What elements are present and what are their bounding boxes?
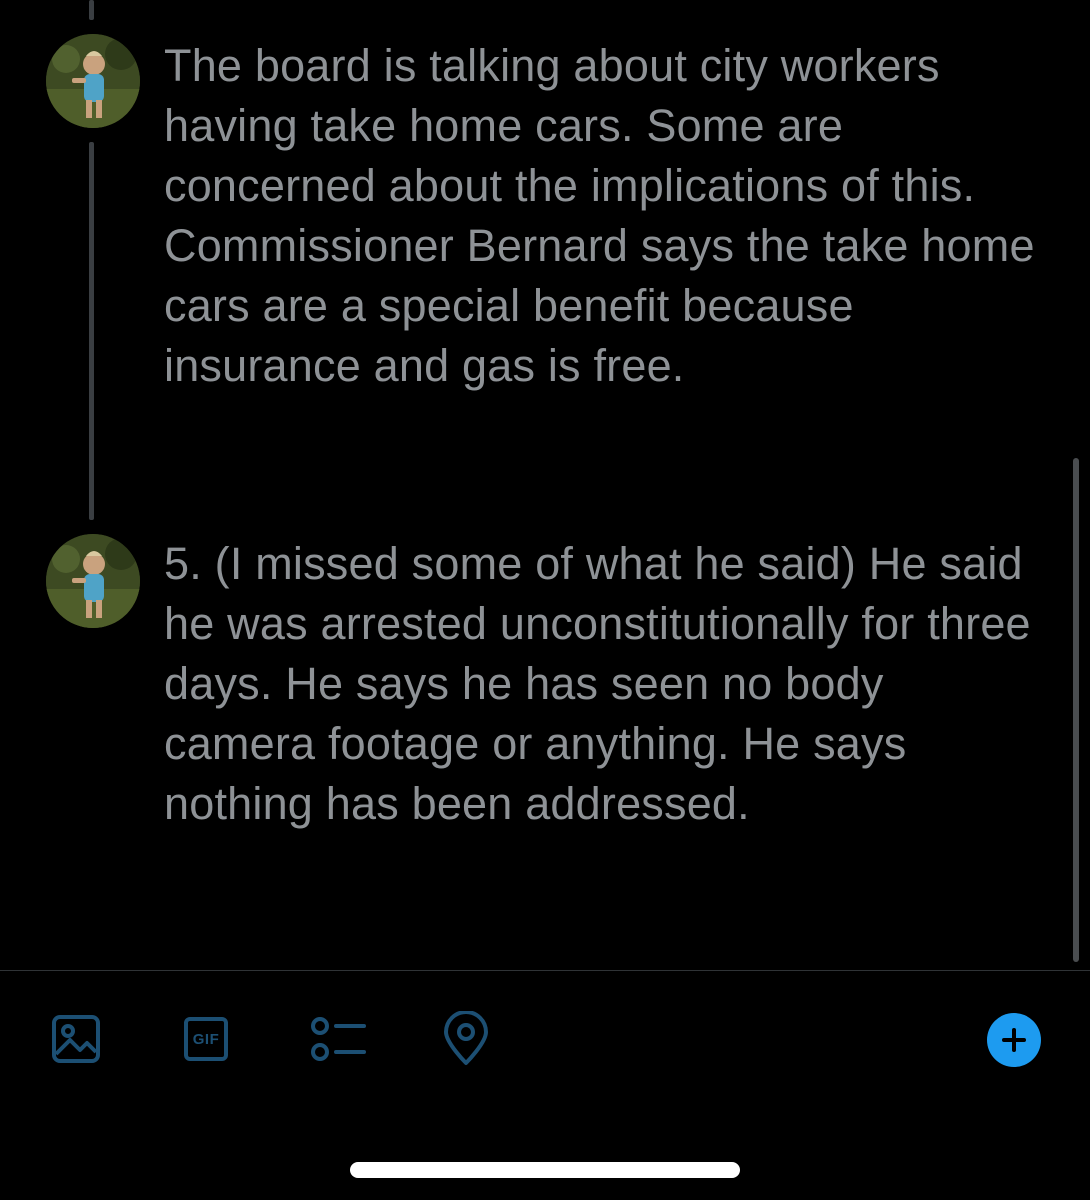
tweet-text: The board is talking about city workers … xyxy=(164,40,1035,391)
poll-icon xyxy=(311,1017,366,1061)
gif-label: GIF xyxy=(192,1030,220,1048)
avatar[interactable] xyxy=(46,534,140,628)
child-photo-avatar-icon xyxy=(46,34,140,128)
scrollbar[interactable] xyxy=(1073,458,1079,962)
thread-connector-top xyxy=(89,0,94,20)
add-tweet-icon xyxy=(1002,1028,1026,1052)
tweet-text: 5. (I missed some of what he said) He sa… xyxy=(164,538,1031,829)
location-icon xyxy=(444,1011,488,1065)
thread-connector-line xyxy=(89,142,94,520)
avatar[interactable] xyxy=(46,34,140,128)
child-photo-avatar-icon xyxy=(46,534,140,628)
image-icon xyxy=(52,1015,100,1063)
add-gif-button[interactable]: GIF xyxy=(176,1009,236,1069)
add-tweet-button[interactable] xyxy=(987,1013,1041,1067)
home-indicator[interactable] xyxy=(350,1162,740,1178)
gif-icon: GIF xyxy=(184,1017,228,1061)
add-location-button[interactable] xyxy=(436,1009,496,1069)
add-image-button[interactable] xyxy=(46,1009,106,1069)
add-poll-button[interactable] xyxy=(306,1009,366,1069)
